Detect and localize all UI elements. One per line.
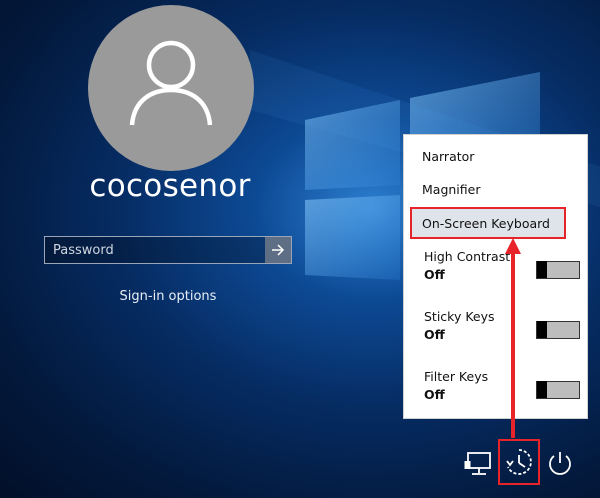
toggle-knob	[537, 381, 547, 398]
user-avatar	[88, 5, 254, 171]
filter-keys-switch[interactable]	[536, 381, 580, 399]
menu-item-on-screen-keyboard[interactable]: On-Screen Keyboard	[410, 207, 566, 239]
toggle-filter-keys: Filter Keys Off	[422, 369, 582, 419]
toggle-state: Off	[424, 267, 445, 282]
toggle-knob	[537, 261, 547, 278]
password-box	[44, 236, 292, 264]
ease-of-access-menu: Narrator Magnifier On-Screen Keyboard Hi…	[403, 134, 588, 419]
network-button[interactable]	[462, 447, 496, 481]
toggle-label: Sticky Keys	[424, 309, 495, 324]
password-input[interactable]	[45, 237, 265, 263]
ease-of-access-button[interactable]	[498, 439, 540, 485]
power-button[interactable]	[543, 447, 577, 481]
menu-item-narrator[interactable]: Narrator	[404, 140, 587, 172]
ease-of-access-icon	[506, 449, 532, 475]
high-contrast-switch[interactable]	[536, 261, 580, 279]
toggle-label: High Contrast	[424, 249, 511, 264]
power-icon	[549, 452, 571, 475]
toggle-sticky-keys: Sticky Keys Off	[422, 309, 582, 359]
toggle-state: Off	[424, 387, 445, 402]
toggle-knob	[537, 321, 547, 338]
toggle-high-contrast: High Contrast Off	[422, 249, 582, 299]
menu-item-magnifier[interactable]: Magnifier	[404, 173, 587, 205]
toggle-label: Filter Keys	[424, 369, 489, 384]
username: cocosenor	[89, 168, 251, 204]
annotation-arrow-line	[511, 252, 515, 438]
network-icon	[464, 452, 491, 475]
sign-in-options-link[interactable]: Sign-in options	[60, 289, 276, 304]
submit-button[interactable]	[265, 237, 291, 263]
sticky-keys-switch[interactable]	[536, 321, 580, 339]
arrow-right-icon	[272, 244, 285, 256]
user-icon	[129, 40, 213, 126]
annotation-arrow-head	[505, 238, 521, 254]
toggle-state: Off	[424, 327, 445, 342]
